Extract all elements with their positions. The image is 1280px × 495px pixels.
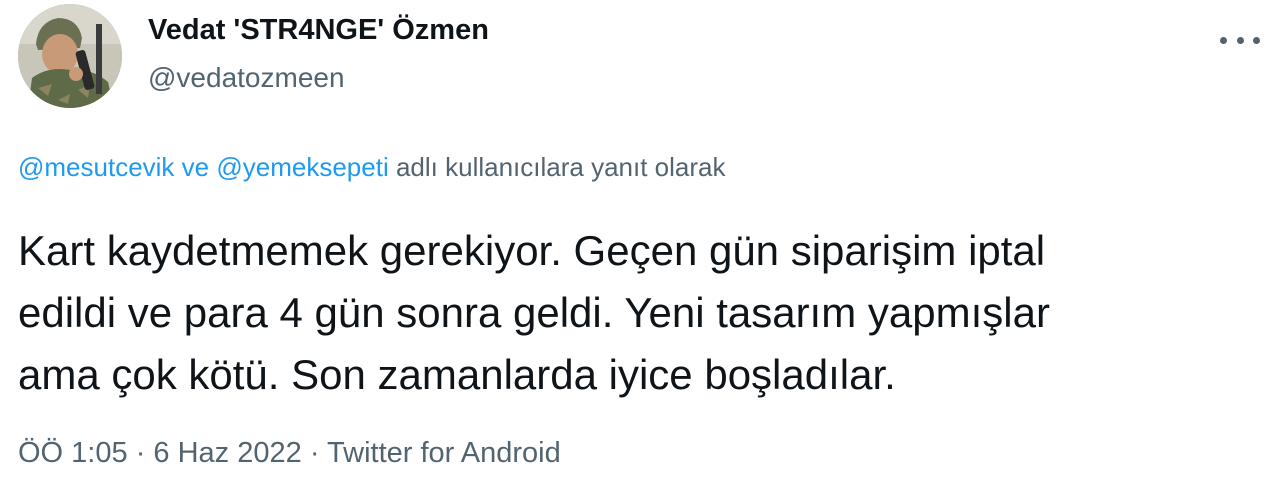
tweet-metadata: ÖÖ 1:05 · 6 Haz 2022 · Twitter for Andro…	[18, 437, 561, 470]
tweet-source[interactable]: Twitter for Android	[327, 437, 561, 469]
reply-connector: ve	[181, 152, 210, 182]
profile-photo-icon	[18, 4, 122, 108]
meta-separator: ·	[309, 437, 320, 469]
avatar[interactable]	[18, 4, 122, 108]
meta-separator: ·	[135, 437, 146, 469]
tweet-line: edildi ve para 4 gün sonra geldi. Yeni t…	[18, 289, 1050, 336]
ellipsis-icon	[1236, 36, 1244, 44]
author-display-name[interactable]: Vedat 'STR4NGE' Özmen	[148, 14, 489, 47]
tweet-line: ama çok kötü. Son zamanlarda iyice boşla…	[18, 351, 896, 398]
mention-link-mesutcevik[interactable]: @mesutcevik	[18, 152, 174, 182]
tweet-text: Kart kaydetmemek gerekiyor. Geçen gün si…	[18, 220, 1258, 406]
more-options-button[interactable]	[1220, 30, 1260, 50]
tweet-time[interactable]: ÖÖ 1:05	[18, 437, 128, 469]
tweet-date[interactable]: 6 Haz 2022	[153, 437, 301, 469]
mention-link-yemeksepeti[interactable]: @yemeksepeti	[216, 152, 388, 182]
tweet-line: Kart kaydetmemek gerekiyor. Geçen gün si…	[18, 227, 1046, 274]
ellipsis-icon	[1253, 36, 1260, 44]
ellipsis-icon	[1220, 36, 1227, 44]
author-handle[interactable]: @vedatozmeen	[148, 62, 345, 94]
replying-to-context: @mesutcevik ve @yemeksepeti adlı kullanı…	[18, 152, 725, 183]
replying-suffix: adlı kullanıcılara yanıt olarak	[395, 152, 726, 182]
